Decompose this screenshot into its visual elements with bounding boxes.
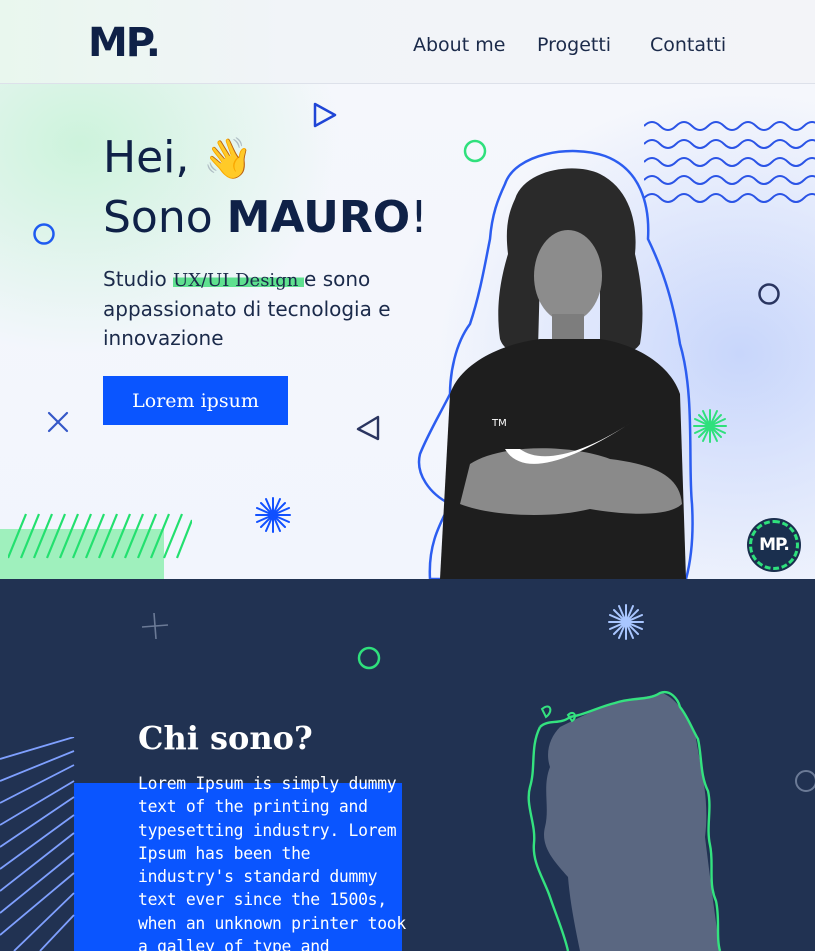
logo[interactable]: MP.: [88, 20, 161, 66]
mp-badge[interactable]: MP.: [749, 520, 799, 570]
about-section: Chi sono? Lorem Ipsum is simply dummy te…: [0, 579, 815, 951]
about-title: Chi sono?: [138, 719, 313, 757]
tagline-start: Studio: [103, 267, 174, 291]
play-triangle-icon: [313, 102, 337, 128]
hero-tagline: Studio UX/UI Design e sono appassionato …: [103, 265, 403, 353]
hero-greeting: Hei, 👋: [103, 132, 253, 183]
circle-outline-icon: [758, 283, 780, 305]
hero-name: MAURO: [226, 192, 411, 243]
circle-outline-icon: [795, 770, 815, 792]
hero-intro: Sono MAURO!: [103, 192, 428, 243]
svg-text:TM: TM: [491, 418, 507, 429]
nav-link-progetti[interactable]: Progetti: [537, 34, 611, 56]
sardinia-map-illustration: [527, 690, 722, 951]
cta-button[interactable]: Lorem ipsum: [103, 376, 288, 425]
about-body-text: Lorem Ipsum is simply dummy text of the …: [138, 774, 406, 951]
starburst-icon: [693, 409, 727, 443]
intro-prefix: Sono: [103, 192, 227, 243]
circle-outline-icon: [357, 646, 381, 670]
plus-icon: [141, 612, 169, 640]
nav-link-about-me[interactable]: About me: [413, 34, 505, 56]
nav-link-contatti[interactable]: Contatti: [650, 34, 726, 56]
waving-hand-icon: 👋: [203, 136, 254, 182]
cross-icon: [47, 411, 69, 433]
triangle-left-icon: [356, 415, 380, 441]
tagline-highlight: UX/UI Design: [173, 270, 305, 291]
navbar: MP. About me Progetti Contatti: [0, 0, 815, 84]
hatch-lines-icon: [8, 513, 192, 559]
hatch-lines-icon: [0, 737, 75, 951]
starburst-icon: [255, 497, 291, 533]
hero-section: Hei, 👋 Sono MAURO! Studio UX/UI Design e…: [0, 84, 815, 579]
greeting-text: Hei,: [103, 132, 190, 183]
portrait-photo: TM: [417, 149, 694, 579]
starburst-icon: [608, 604, 644, 640]
circle-outline-icon: [33, 223, 55, 245]
